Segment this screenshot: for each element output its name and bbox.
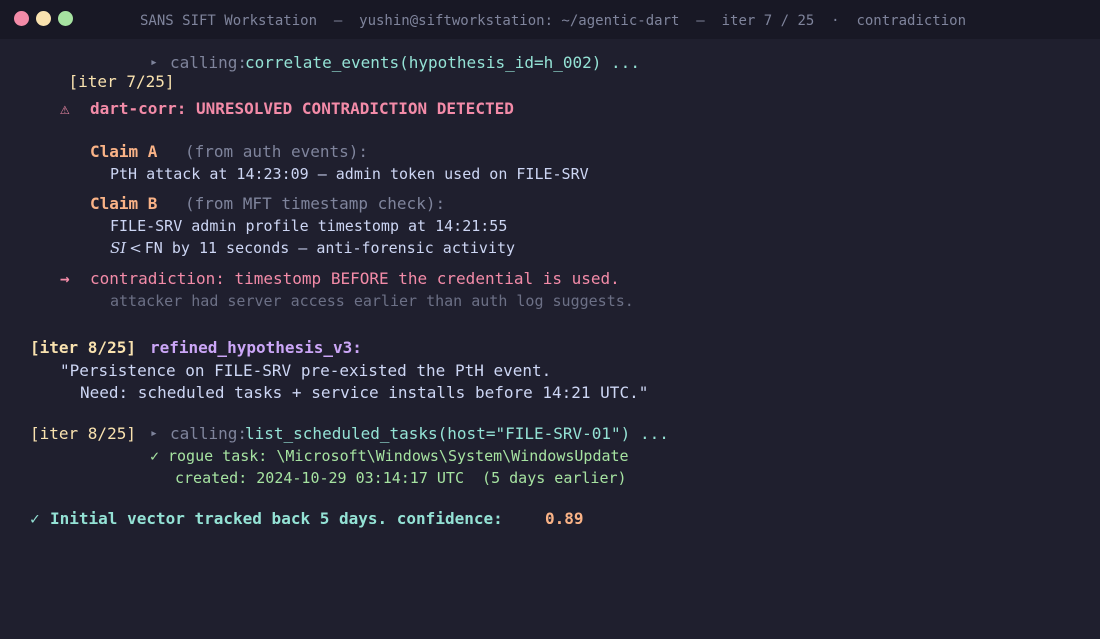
iter7-calling-label: calling:	[170, 53, 248, 72]
claim-a-source: (from auth events):	[185, 142, 369, 161]
claim-b-label: Claim B	[90, 194, 158, 213]
claim-b-detail-2: SI < FN by 11 seconds — anti-forensic acti…	[110, 239, 515, 257]
maximize-window-button[interactable]	[58, 11, 73, 26]
final-summary: Initial vector tracked back 5 days. conf…	[50, 509, 503, 528]
close-window-button[interactable]	[14, 11, 29, 26]
iter7-command: correlate_events(hypothesis_id=h_002) ..…	[245, 53, 640, 72]
si-symbol: SI	[110, 239, 127, 257]
task-result-line-2: created: 2024-10-29 03:14:17 UTC (5 days…	[175, 469, 627, 487]
iter8b-arrow-icon: ▸	[150, 426, 158, 441]
check-icon: ✓	[150, 447, 160, 465]
task-result-line-1: rogue task: \Microsoft\Windows\System\Wi…	[168, 447, 629, 465]
contradiction-note: attacker had server access earlier than …	[110, 292, 634, 310]
iter7-arrow-icon: ▸	[150, 55, 158, 70]
contradiction-message: contradiction: timestomp BEFORE the cred…	[90, 269, 620, 288]
iter8-tag: [iter 8/25]	[30, 338, 136, 357]
final-check-icon: ✓	[30, 509, 40, 528]
iter8b-tag: [iter 8/25]	[30, 424, 136, 443]
iter8b-command: list_scheduled_tasks(host="FILE-SRV-01")…	[245, 424, 669, 443]
claim-b-detail-1: FILE-SRV admin profile timestomp at 14:2…	[110, 217, 508, 235]
claim-a-detail: PtH attack at 14:23:09 — admin token use…	[110, 165, 589, 183]
minimize-window-button[interactable]	[36, 11, 51, 26]
less-than-symbol: <	[129, 239, 142, 257]
window-titlebar: SANS SIFT Workstation — yushin@siftworks…	[0, 0, 1100, 39]
iter8b-calling-label: calling:	[170, 424, 248, 443]
claim-a-label: Claim A	[90, 142, 158, 161]
iter7-tag: [iter 7/25]	[68, 72, 175, 91]
confidence-value: 0.89	[545, 509, 584, 528]
contradiction-alert: dart-corr: UNRESOLVED CONTRADICTION DETE…	[90, 99, 514, 118]
hypothesis-quote-line-2: Need: scheduled tasks + service installs…	[80, 383, 649, 402]
claim-b-source: (from MFT timestamp check):	[185, 194, 446, 213]
refined-hypothesis-label: refined_hypothesis_v3:	[150, 338, 362, 357]
claim-b-detail-2-rest: FN by 11 seconds — anti-forensic activit…	[144, 239, 516, 257]
window-title: SANS SIFT Workstation — yushin@siftworks…	[140, 13, 967, 29]
right-arrow-icon: →	[60, 269, 70, 288]
warning-icon: ⚠	[60, 99, 70, 118]
hypothesis-quote-line-1: "Persistence on FILE-SRV pre-existed the…	[60, 361, 552, 380]
